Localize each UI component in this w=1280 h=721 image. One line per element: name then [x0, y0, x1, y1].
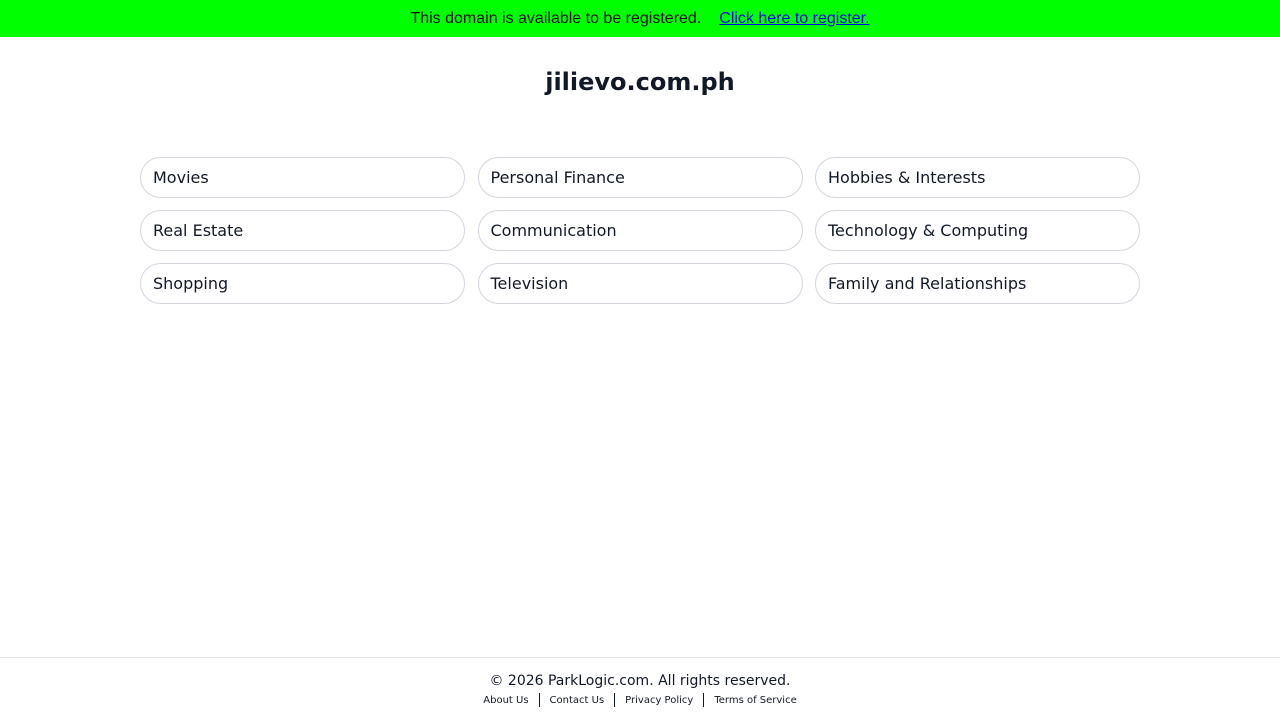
- privacy-policy-link[interactable]: Privacy Policy: [625, 695, 693, 706]
- footer: © 2026 ParkLogic.com. All rights reserve…: [0, 657, 1280, 721]
- domain-title: jilievo.com.ph: [545, 68, 735, 96]
- footer-divider: [614, 693, 616, 707]
- category-link-personal-finance[interactable]: Personal Finance: [477, 157, 803, 198]
- category-grid: Movies Personal Finance Hobbies & Intere…: [140, 157, 1140, 304]
- category-link-communication[interactable]: Communication: [477, 210, 803, 251]
- category-link-hobbies-interests[interactable]: Hobbies & Interests: [815, 157, 1140, 198]
- category-link-movies[interactable]: Movies: [140, 157, 465, 198]
- footer-divider: [538, 693, 540, 707]
- copyright-text: © 2026 ParkLogic.com. All rights reserve…: [489, 673, 791, 689]
- category-link-television[interactable]: Television: [477, 263, 803, 304]
- contact-us-link[interactable]: Contact Us: [550, 695, 605, 706]
- category-link-shopping[interactable]: Shopping: [140, 263, 465, 304]
- category-link-real-estate[interactable]: Real Estate: [140, 210, 465, 251]
- footer-links: About Us Contact Us Privacy Policy Terms…: [0, 693, 1280, 707]
- register-banner: This domain is available to be registere…: [0, 0, 1280, 37]
- footer-divider: [703, 693, 705, 707]
- banner-message: This domain is available to be registere…: [410, 9, 702, 27]
- category-link-family-relationships[interactable]: Family and Relationships: [815, 263, 1140, 304]
- about-us-link[interactable]: About Us: [483, 695, 528, 706]
- terms-of-service-link[interactable]: Terms of Service: [714, 695, 796, 706]
- register-link[interactable]: Click here to register.: [719, 10, 869, 28]
- category-link-technology-computing[interactable]: Technology & Computing: [815, 210, 1140, 251]
